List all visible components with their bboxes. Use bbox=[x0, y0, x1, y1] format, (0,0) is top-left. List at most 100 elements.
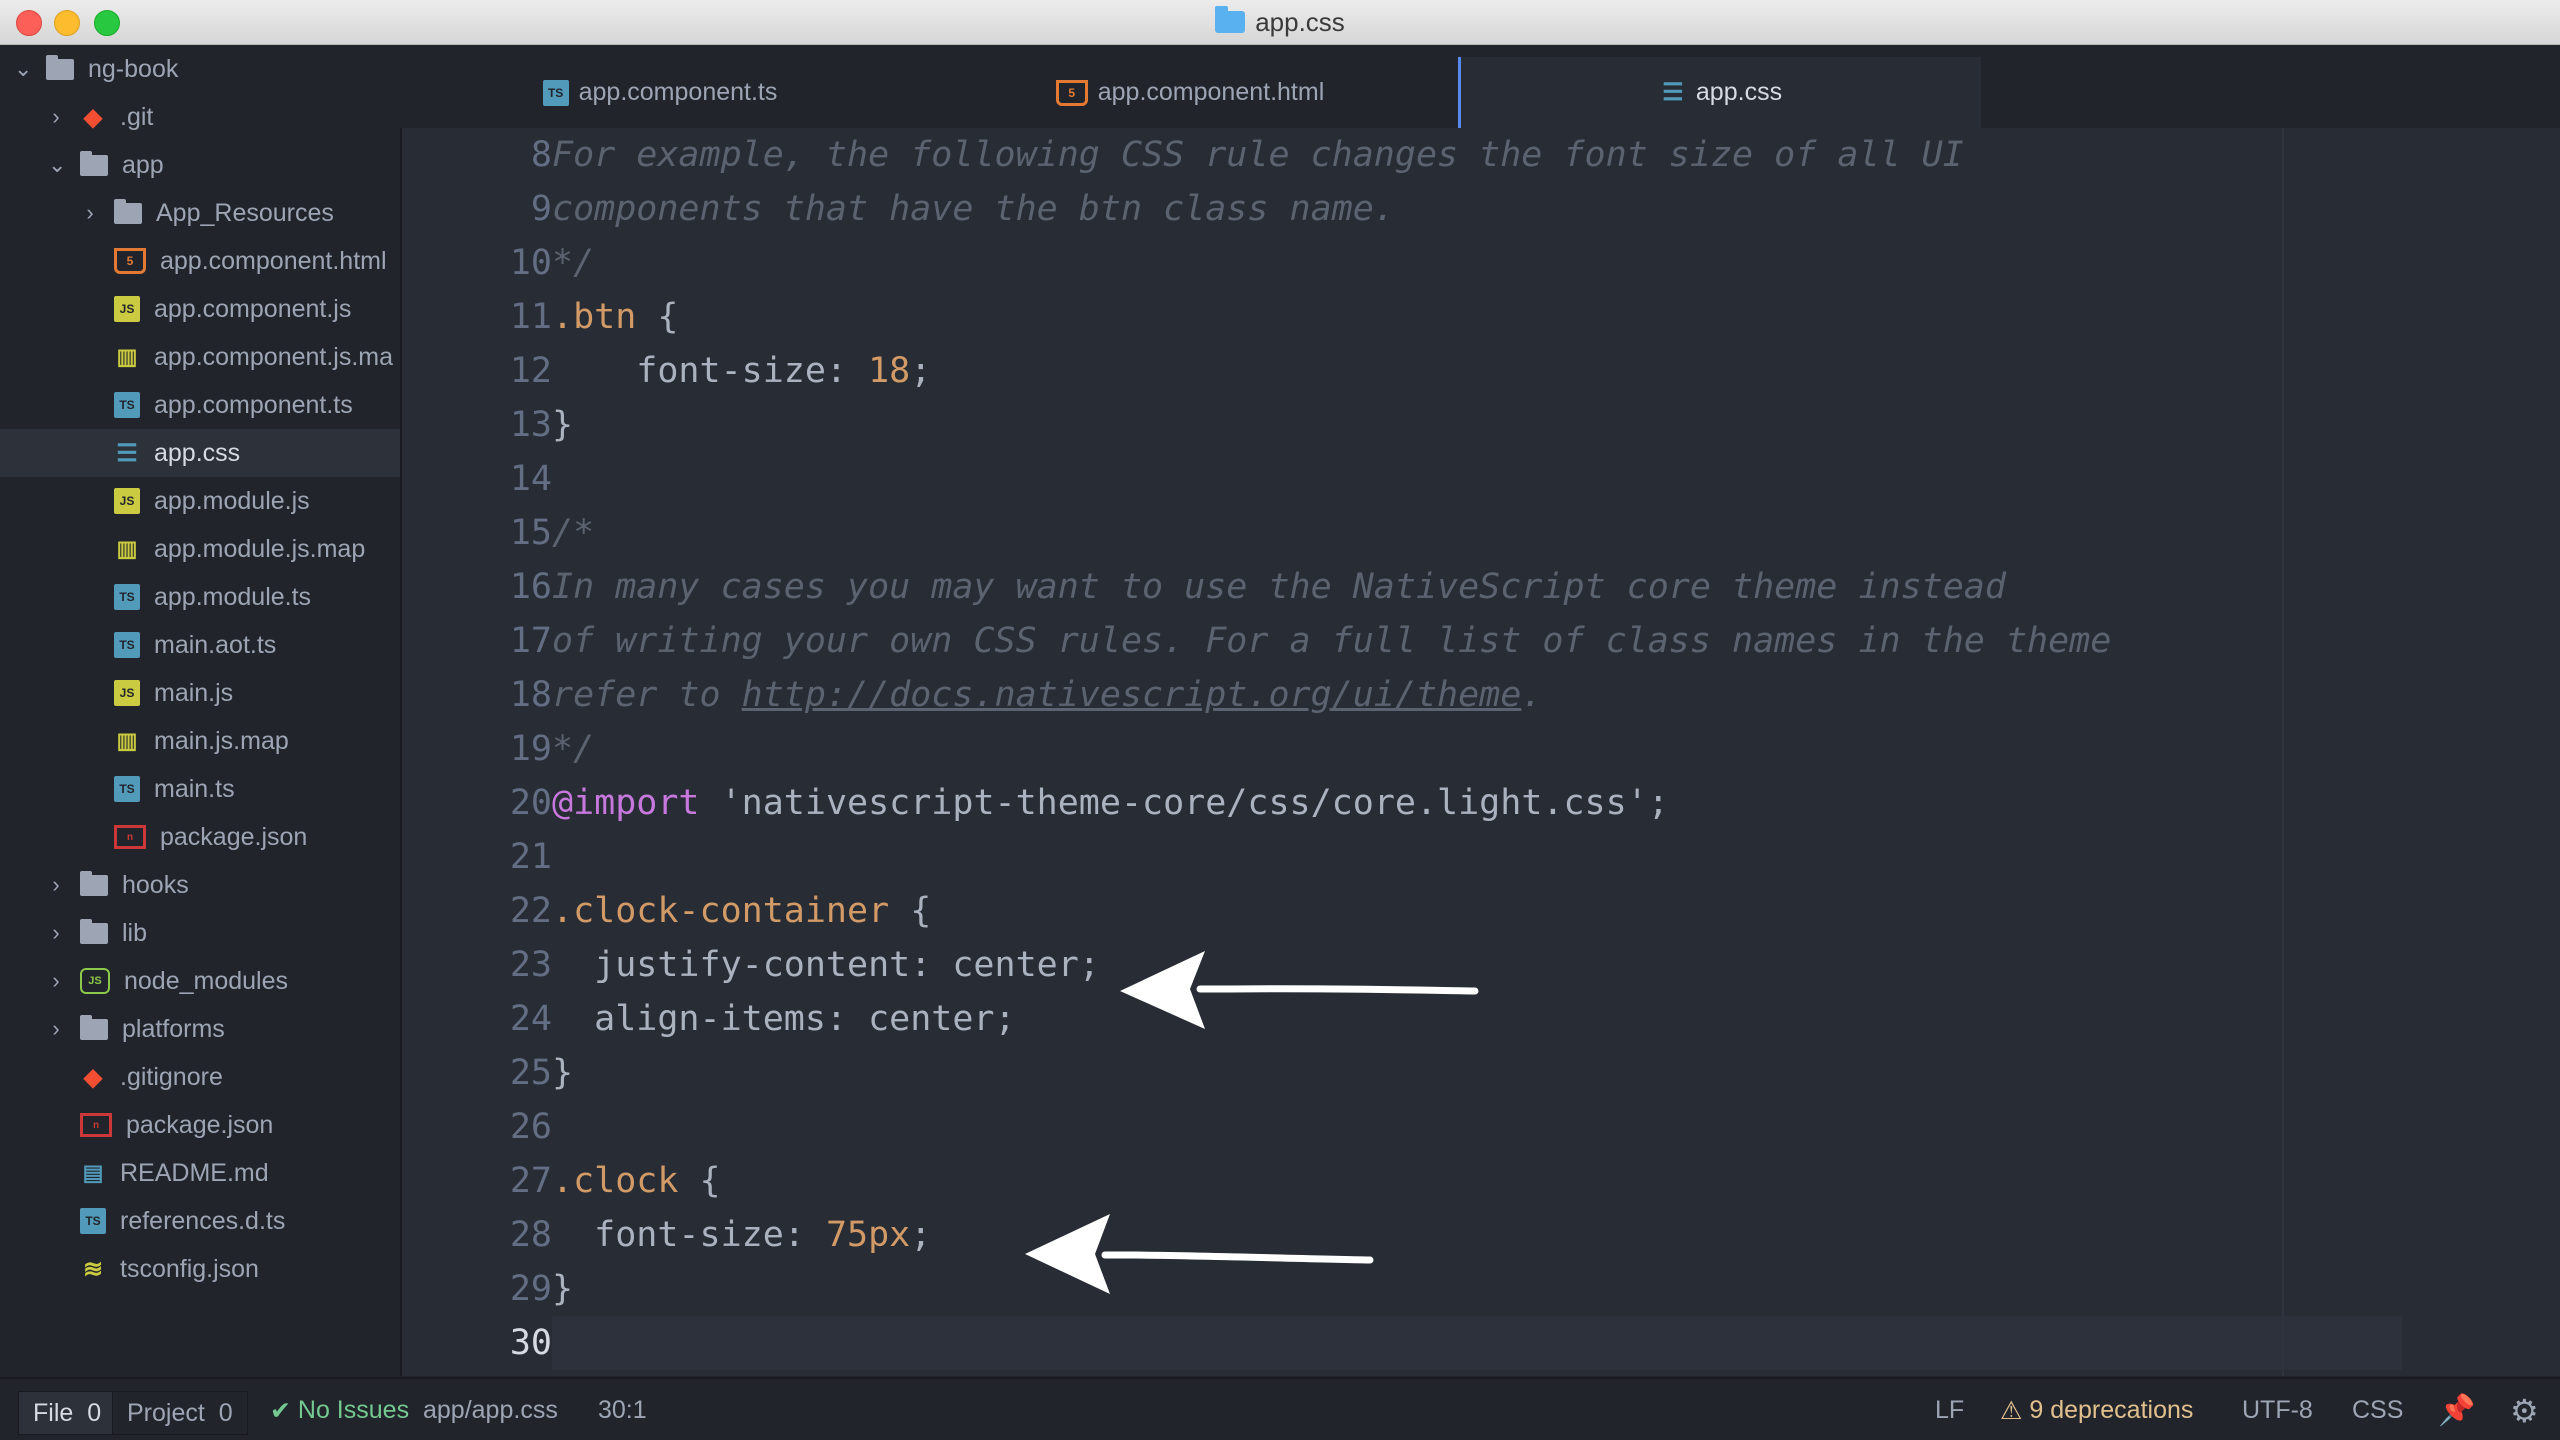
comment-text: refer to bbox=[552, 675, 742, 715]
tree-item-platforms[interactable]: › platforms bbox=[0, 1005, 400, 1053]
chevron-right-icon[interactable]: › bbox=[48, 106, 64, 128]
comment-text: /* bbox=[552, 513, 595, 553]
linter-status[interactable]: ✔ No Issues bbox=[270, 1379, 409, 1440]
code-line: justify-content: center; bbox=[552, 938, 1100, 992]
tree-item-git[interactable]: › ◆ .git bbox=[0, 93, 400, 141]
linter-file-tab[interactable]: File 0 bbox=[18, 1391, 117, 1435]
css-declaration: justify-content: center; bbox=[552, 945, 1100, 985]
line-number: 25 bbox=[509, 1053, 552, 1093]
tree-item-package-json[interactable]: n package.json bbox=[0, 1101, 400, 1149]
tree-item-app-module-js[interactable]: JS app.module.js bbox=[0, 477, 400, 525]
code-line: .clock-container { bbox=[552, 884, 931, 938]
tree-item-app-module-ts[interactable]: TS app.module.ts bbox=[0, 573, 400, 621]
tree-item-node-modules[interactable]: › JS node_modules bbox=[0, 957, 400, 1005]
file-count: 0 bbox=[87, 1398, 102, 1427]
tree-item-app-css[interactable]: ☰ app.css bbox=[0, 429, 400, 477]
tab-app-component-html[interactable]: 5 app.component.html bbox=[920, 57, 1460, 128]
tree-item-app-component-html[interactable]: 5 app.component.html bbox=[0, 237, 400, 285]
chevron-right-icon[interactable]: › bbox=[82, 202, 98, 224]
comment-text: In many cases you may want to use the Na… bbox=[552, 567, 2006, 607]
tree-item-label: main.ts bbox=[154, 774, 235, 803]
window-title-text: app.css bbox=[1255, 6, 1345, 37]
tab-app-css[interactable]: ☰ app.css bbox=[1458, 57, 1981, 128]
tree-item-label: lib bbox=[122, 918, 148, 947]
tree-item-app-module-js-map[interactable]: ▥ app.module.js.map bbox=[0, 525, 400, 573]
markdown-icon: ▤ bbox=[82, 1160, 104, 1185]
code-line: */ bbox=[552, 236, 594, 290]
tree-item-tsconfig[interactable]: ≋ tsconfig.json bbox=[0, 1245, 400, 1293]
chevron-right-icon[interactable]: › bbox=[48, 922, 64, 944]
line-number: 26 bbox=[509, 1107, 552, 1147]
tree-item-main-js[interactable]: JS main.js bbox=[0, 669, 400, 717]
nodejs-icon: JS bbox=[80, 968, 110, 994]
line-number: 23 bbox=[509, 945, 552, 985]
folder-icon bbox=[1215, 6, 1246, 33]
tree-item-lib[interactable]: › lib bbox=[0, 909, 400, 957]
tree-item-main-ts[interactable]: TS main.ts bbox=[0, 765, 400, 813]
tree-item-main-aot-ts[interactable]: TS main.aot.ts bbox=[0, 621, 400, 669]
linter-project-tab[interactable]: Project 0 bbox=[112, 1391, 248, 1435]
file-label: File bbox=[33, 1398, 74, 1427]
code-area[interactable]: For example, the following CSS rule chan… bbox=[552, 128, 2560, 1376]
import-string: 'nativescript-theme-core/css/core.light.… bbox=[699, 783, 1669, 823]
code-line: @import 'nativescript-theme-core/css/cor… bbox=[552, 776, 1669, 830]
tree-item-label: app.module.ts bbox=[154, 582, 312, 611]
tree-item-label: platforms bbox=[122, 1014, 225, 1043]
tree-item-app-component-js-map[interactable]: ▥ app.component.js.ma bbox=[0, 333, 400, 381]
code-line: } bbox=[552, 1046, 573, 1100]
cursor-position[interactable]: 30:1 bbox=[598, 1379, 647, 1440]
folder-icon bbox=[114, 198, 142, 224]
project-count: 0 bbox=[218, 1398, 233, 1427]
pin-icon[interactable]: 📌 bbox=[2438, 1379, 2475, 1440]
code-text: { bbox=[636, 297, 679, 337]
status-bar: File 0 Project 0 ✔ No Issues app/app.css… bbox=[0, 1377, 2560, 1440]
editor-window: app.css ⌄ ng-book › ◆ .git ⌄ app › App_R… bbox=[0, 0, 2560, 1440]
chevron-down-icon[interactable]: ⌄ bbox=[48, 154, 66, 176]
cursor-line bbox=[552, 1316, 2402, 1370]
chevron-right-icon[interactable]: › bbox=[48, 874, 64, 896]
comment-text: of writing your own CSS rules. For a ful… bbox=[552, 621, 2112, 661]
line-number-current: 30 bbox=[509, 1323, 552, 1363]
line-ending-selector[interactable]: LF bbox=[1935, 1379, 1964, 1440]
code-line: of writing your own CSS rules. For a ful… bbox=[552, 614, 2111, 668]
tree-item-app-resources[interactable]: › App_Resources bbox=[0, 189, 400, 237]
css-property: font-size: bbox=[552, 351, 869, 391]
tree-root-ng-book[interactable]: ⌄ ng-book bbox=[0, 45, 400, 93]
tree-item-gitignore[interactable]: ◆ .gitignore bbox=[0, 1053, 400, 1101]
folder-icon bbox=[80, 870, 108, 896]
folder-icon bbox=[80, 1014, 108, 1040]
code-line: For example, the following CSS rule chan… bbox=[552, 128, 1964, 182]
grammar-selector[interactable]: CSS bbox=[2352, 1379, 2403, 1440]
tree-item-hooks[interactable]: › hooks bbox=[0, 861, 400, 909]
tree-item-app-component-ts[interactable]: TS app.component.ts bbox=[0, 381, 400, 429]
tree-item-label: app.module.js.map bbox=[154, 534, 366, 563]
encoding-selector[interactable]: UTF-8 bbox=[2242, 1379, 2313, 1440]
code-editor[interactable]: 8 9 10 11 12 13 14 15 16 17 18 19 20 21 … bbox=[400, 128, 2560, 1376]
tree-item-references-d-ts[interactable]: TS references.d.ts bbox=[0, 1197, 400, 1245]
annotation-arrow-icon bbox=[1025, 1214, 1374, 1294]
tree-item-app-package-json[interactable]: n package.json bbox=[0, 813, 400, 861]
deprecation-cop[interactable]: ⚠ 9 deprecations bbox=[2000, 1379, 2193, 1440]
file-path[interactable]: app/app.css bbox=[423, 1379, 558, 1440]
css-value: 75px bbox=[825, 1215, 911, 1255]
tree-item-readme[interactable]: ▤ README.md bbox=[0, 1149, 400, 1197]
gear-icon[interactable]: ⚙ bbox=[2510, 1379, 2539, 1440]
line-number: 19 bbox=[509, 729, 552, 769]
npm-icon: n bbox=[80, 1113, 112, 1137]
chevron-right-icon[interactable]: › bbox=[48, 1018, 64, 1040]
line-number: 17 bbox=[509, 621, 552, 661]
line-number: 15 bbox=[509, 513, 552, 553]
tree-item-main-js-map[interactable]: ▥ main.js.map bbox=[0, 717, 400, 765]
tree-item-label: README.md bbox=[120, 1158, 269, 1187]
tree-item-app[interactable]: ⌄ app bbox=[0, 141, 400, 189]
chevron-down-icon[interactable]: ⌄ bbox=[14, 58, 32, 80]
tab-app-component-ts[interactable]: TS app.component.ts bbox=[400, 57, 920, 128]
wrap-guide bbox=[2282, 128, 2284, 1376]
tree-item-app-component-js[interactable]: JS app.component.js bbox=[0, 285, 400, 333]
javascript-icon: JS bbox=[114, 680, 140, 706]
comment-link[interactable]: http://docs.nativescript.org/ui/theme bbox=[742, 675, 1522, 715]
chevron-right-icon[interactable]: › bbox=[48, 970, 64, 992]
folder-icon bbox=[80, 918, 108, 944]
npm-icon: n bbox=[114, 825, 146, 849]
code-line: /* bbox=[552, 506, 594, 560]
